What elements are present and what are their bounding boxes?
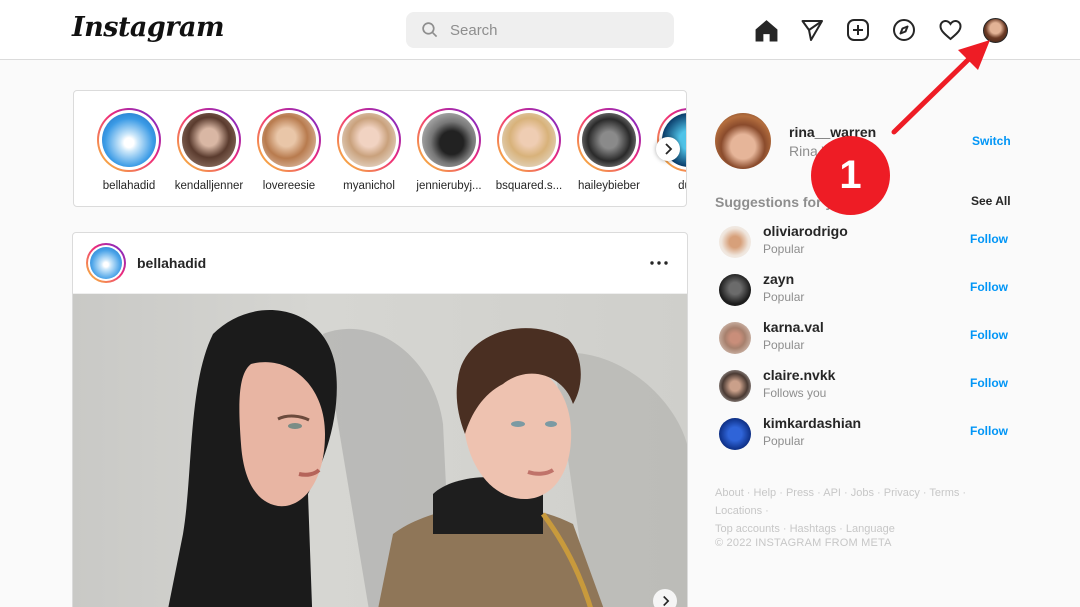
suggestion-row: claire.nvkk Follows you Follow — [719, 366, 1009, 406]
switch-account-button[interactable]: Switch — [972, 134, 1011, 148]
follow-button[interactable]: Follow — [970, 376, 1008, 390]
footer-link[interactable]: Locations — [715, 505, 762, 517]
activity-heart-icon[interactable] — [937, 17, 963, 43]
story-username: lovereesie — [262, 180, 316, 192]
suggestion-row: oliviarodrigo Popular Follow — [719, 222, 1009, 262]
copyright-text: © 2022 INSTAGRAM FROM META — [715, 537, 892, 549]
footer-link[interactable]: Jobs — [851, 487, 874, 499]
post-author-username[interactable]: bellahadid — [137, 255, 206, 271]
story-username: bsquared.s... — [495, 180, 563, 192]
story-username: dual — [678, 180, 686, 192]
suggestion-reason: Popular — [763, 242, 805, 256]
see-all-link[interactable]: See All — [971, 194, 1011, 208]
suggestion-username[interactable]: karna.val — [763, 319, 824, 335]
instagram-logo[interactable]: Instagram — [72, 12, 225, 43]
footer-link[interactable]: Help — [754, 487, 777, 499]
story-ring — [337, 108, 401, 172]
suggestion-row: karna.val Popular Follow — [719, 318, 1009, 358]
search-icon — [422, 22, 438, 38]
footer-link[interactable]: Hashtags — [790, 523, 836, 535]
explore-icon[interactable] — [891, 17, 917, 43]
footer-link[interactable]: Privacy — [884, 487, 920, 499]
story-username: myanichol — [343, 180, 395, 192]
story-ring — [417, 108, 481, 172]
suggestion-reason: Popular — [763, 434, 805, 448]
suggestion-avatar[interactable] — [719, 418, 751, 450]
post-author-avatar[interactable] — [86, 243, 126, 283]
story-username: haileybieber — [577, 180, 640, 192]
suggestion-avatar[interactable] — [719, 322, 751, 354]
follow-button[interactable]: Follow — [970, 280, 1008, 294]
top-navigation-bar: Instagram — [0, 0, 1080, 60]
suggestion-avatar[interactable] — [719, 226, 751, 258]
suggestion-username[interactable]: kimkardashian — [763, 415, 861, 431]
step-number-badge: 1 — [811, 136, 890, 215]
suggestion-username[interactable]: oliviarodrigo — [763, 223, 848, 239]
story-avatar — [262, 113, 316, 167]
story-username: kendalljenner — [174, 180, 244, 192]
story-item[interactable]: haileybieber — [569, 108, 649, 198]
search-input[interactable] — [450, 12, 660, 48]
post-image[interactable] — [73, 294, 687, 607]
home-icon[interactable] — [753, 17, 779, 43]
current-user-avatar[interactable] — [715, 113, 771, 169]
stories-tray: bellahadid kendalljenner lovereesie myan… — [73, 90, 687, 207]
story-ring — [257, 108, 321, 172]
follow-button[interactable]: Follow — [970, 424, 1008, 438]
story-username: bellahadid — [102, 180, 156, 192]
story-item[interactable]: kendalljenner — [169, 108, 249, 198]
suggestion-avatar[interactable] — [719, 370, 751, 402]
story-ring — [497, 108, 561, 172]
footer-link[interactable]: Terms — [929, 487, 959, 499]
suggestion-reason: Popular — [763, 338, 805, 352]
search-box[interactable] — [406, 12, 674, 48]
footer-link[interactable]: About — [715, 487, 744, 499]
stories-next-button[interactable] — [656, 137, 680, 161]
direct-message-icon[interactable] — [799, 17, 825, 43]
story-item[interactable]: bsquared.s... — [489, 108, 569, 198]
story-item[interactable]: lovereesie — [249, 108, 329, 198]
suggestion-username[interactable]: claire.nvkk — [763, 367, 835, 383]
footer-links: About · Help · Press · API · Jobs · Priv… — [715, 487, 967, 535]
story-avatar — [182, 113, 236, 167]
story-ring — [97, 108, 161, 172]
chevron-right-icon — [662, 595, 669, 607]
profile-avatar[interactable] — [983, 18, 1008, 43]
story-username: jennierubyj... — [416, 180, 482, 192]
story-avatar — [102, 113, 156, 167]
post-header: bellahadid — [73, 233, 687, 294]
story-avatar — [502, 113, 556, 167]
suggestion-username[interactable]: zayn — [763, 271, 794, 287]
chevron-right-icon — [665, 143, 673, 155]
story-item[interactable]: bellahadid — [89, 108, 169, 198]
story-item[interactable]: myanichol — [329, 108, 409, 198]
footer-link[interactable]: API — [823, 487, 841, 499]
new-post-icon[interactable] — [845, 17, 871, 43]
suggestion-avatar[interactable] — [719, 274, 751, 306]
story-avatar — [342, 113, 396, 167]
story-ring — [177, 108, 241, 172]
suggestion-row: zayn Popular Follow — [719, 270, 1009, 310]
suggestion-reason: Popular — [763, 290, 805, 304]
follow-button[interactable]: Follow — [970, 328, 1008, 342]
story-ring — [577, 108, 641, 172]
story-avatar — [582, 113, 636, 167]
post-carousel-next-button[interactable] — [653, 589, 677, 607]
footer-link[interactable]: Language — [846, 523, 895, 535]
feed-post: bellahadid — [72, 232, 688, 607]
story-avatar — [422, 113, 476, 167]
suggestion-row: kimkardashian Popular Follow — [719, 414, 1009, 454]
footer-link[interactable]: Press — [786, 487, 814, 499]
more-dots-icon[interactable] — [643, 251, 675, 275]
footer-link[interactable]: Top accounts — [715, 523, 780, 535]
follow-button[interactable]: Follow — [970, 232, 1008, 246]
suggestion-reason: Follows you — [763, 386, 827, 400]
story-item[interactable]: jennierubyj... — [409, 108, 489, 198]
